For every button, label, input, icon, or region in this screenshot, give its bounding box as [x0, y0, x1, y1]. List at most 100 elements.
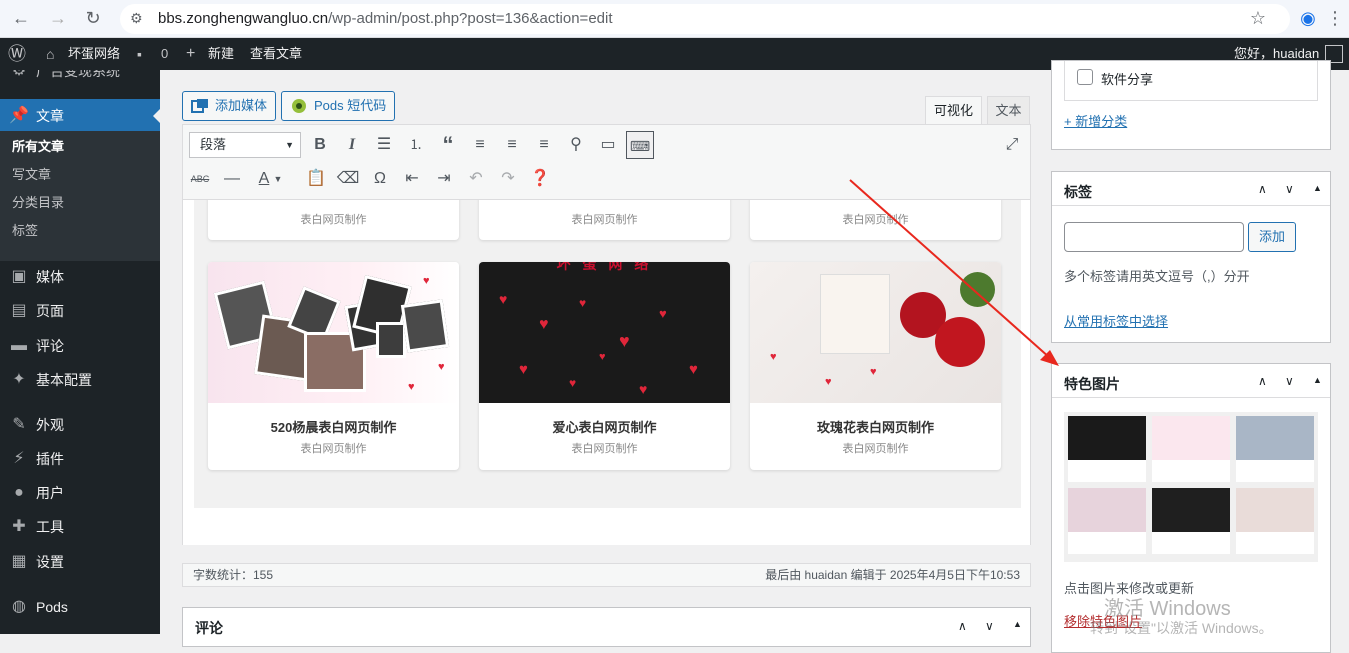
sidebar-item-label: 插件: [36, 451, 64, 467]
view-post-link[interactable]: 查看文章: [250, 38, 302, 70]
sidebar-item-label: 工具: [36, 519, 64, 535]
sidebar-item-pages[interactable]: ▤ 页面: [0, 294, 160, 328]
sidebar-item-plugins[interactable]: ⚡ 插件: [0, 442, 160, 476]
sidebar-item-label: 媒体: [36, 269, 64, 285]
paste-text-icon[interactable]: 📋: [302, 165, 330, 193]
move-up-icon[interactable]: ∧: [1258, 374, 1267, 388]
move-down-icon[interactable]: ∨: [985, 619, 994, 633]
comment-bubble-icon[interactable]: ▪: [137, 38, 142, 70]
pods-shortcode-button[interactable]: Pods 短代码: [281, 91, 396, 121]
strikethrough-icon[interactable]: ABC: [186, 165, 214, 193]
sidebar-item-posts[interactable]: 📌 文章: [0, 99, 160, 133]
collapse-icon[interactable]: ▲: [1313, 375, 1322, 385]
windows-activation-watermark: 激活 Windows: [1104, 598, 1231, 620]
menu-dots-icon[interactable]: ⋮: [1322, 5, 1348, 31]
sidebar-item-comments[interactable]: ▬ 评论: [0, 329, 160, 363]
submenu-new-post[interactable]: 写文章: [12, 161, 51, 189]
gear-icon: ⚙: [11, 70, 27, 79]
main-content: 添加媒体 Pods 短代码 可视化 文本 段落 ▼ B I ☰ ⒈ “ ≡ ≡ …: [160, 60, 1349, 653]
profile-icon[interactable]: ◉: [1295, 5, 1321, 31]
url-host: bbs.zonghengwangluo.cn: [158, 10, 329, 27]
fullscreen-icon[interactable]: ⤢: [998, 131, 1026, 159]
site-name-link[interactable]: 坏蛋网络: [68, 38, 120, 70]
media-icon: [191, 99, 208, 113]
move-down-icon[interactable]: ∨: [1285, 182, 1294, 196]
card[interactable]: ♥ ♥ ♥ 520杨晨表白网页制作 表白网页制作: [208, 262, 459, 470]
comments-count[interactable]: 0: [161, 38, 168, 70]
back-icon[interactable]: ←: [8, 5, 34, 31]
bold-icon[interactable]: B: [306, 131, 334, 159]
comment-icon: ▬: [11, 337, 27, 354]
link-icon[interactable]: ⚲: [562, 131, 590, 159]
submenu-all-posts[interactable]: 所有文章: [12, 133, 64, 161]
thumb-card: [1068, 488, 1146, 554]
comments-metabox: 评论 ∧ ∨ ▲: [182, 607, 1031, 647]
wordpress-logo-icon[interactable]: Ⓦ: [8, 38, 26, 70]
add-category-link[interactable]: + 新增分类: [1064, 111, 1127, 130]
sidebar-item-ad-system[interactable]: ⚙ 广告变现系统: [0, 70, 160, 88]
align-center-icon[interactable]: ≡: [498, 131, 526, 159]
posts-submenu: 所有文章 写文章 分类目录 标签: [0, 131, 160, 261]
align-right-icon[interactable]: ≡: [530, 131, 558, 159]
align-left-icon[interactable]: ≡: [466, 131, 494, 159]
redo-icon[interactable]: ↷: [494, 165, 522, 193]
card[interactable]: ♥ ♥ ♥ ♥ ♥ ♥ ♥ ♥ ♥ ♥ 坏 蛋 网 络 爱心表白网页制作 表白网…: [479, 262, 730, 470]
media-icon: ▣: [11, 268, 27, 285]
tags-metabox: 标签 ∧ ∨ ▲ 添加 多个标签请用英文逗号（,）分开 从常用标签中选择: [1051, 171, 1331, 343]
sidebar-item-appearance[interactable]: ✎ 外观: [0, 408, 160, 442]
help-icon[interactable]: ❓: [526, 165, 554, 193]
collapse-icon[interactable]: ▲: [1313, 183, 1322, 193]
italic-icon[interactable]: I: [338, 131, 366, 159]
move-down-icon[interactable]: ∨: [1285, 374, 1294, 388]
user-icon: ●: [14, 484, 24, 501]
site-info-icon[interactable]: ⚙: [130, 10, 143, 27]
card-partial: 表白网页制作: [479, 200, 730, 240]
heart-icon: ♥: [423, 275, 430, 287]
tag-input[interactable]: [1064, 222, 1244, 252]
card-title: 520杨晨表白网页制作: [270, 420, 397, 435]
sidebar-item-media[interactable]: ▣ 媒体: [0, 260, 160, 294]
sidebar-item-tools[interactable]: ✚ 工具: [0, 510, 160, 544]
plus-icon: +: [186, 45, 196, 62]
featured-header: 特色图片 ∧ ∨ ▲: [1052, 364, 1330, 398]
sidebar-item-users[interactable]: ● 用户: [0, 476, 160, 510]
chevron-down-icon[interactable]: ▼: [271, 165, 285, 193]
read-more-icon[interactable]: ▭: [594, 131, 622, 159]
sidebar-item-label: Pods: [36, 599, 68, 615]
submenu-tags[interactable]: 标签: [12, 217, 38, 245]
bookmark-star-icon[interactable]: ☆: [1245, 5, 1271, 31]
indent-icon[interactable]: ⇥: [430, 165, 458, 193]
reload-icon[interactable]: ↻: [80, 5, 106, 31]
add-media-label: 添加媒体: [215, 98, 268, 113]
sidebar-item-pods[interactable]: ◍ Pods: [0, 590, 160, 624]
tab-text[interactable]: 文本: [987, 96, 1030, 125]
browser-toolbar: ← → ↻ ⚙ bbs.zonghengwangluo.cn/wp-admin/…: [0, 0, 1349, 38]
numbered-list-icon[interactable]: ⒈: [402, 131, 430, 159]
toolbar-toggle-icon[interactable]: ⌨: [626, 131, 654, 159]
add-media-button[interactable]: 添加媒体: [182, 91, 277, 121]
add-tag-button[interactable]: 添加: [1248, 222, 1296, 252]
collapse-icon[interactable]: ▲: [1013, 619, 1022, 629]
outdent-icon[interactable]: ⇤: [398, 165, 426, 193]
format-select[interactable]: 段落 ▼: [189, 132, 301, 158]
move-up-icon[interactable]: ∧: [1258, 182, 1267, 196]
clear-format-icon[interactable]: ⌫: [334, 165, 362, 193]
new-content-link[interactable]: 新建: [208, 38, 234, 70]
move-up-icon[interactable]: ∧: [958, 619, 967, 633]
forward-icon[interactable]: →: [45, 5, 71, 31]
submenu-categories[interactable]: 分类目录: [12, 189, 64, 217]
wrench-icon: ✚: [12, 518, 26, 535]
card-title: 爱心表白网页制作: [552, 420, 657, 435]
tab-visual[interactable]: 可视化: [925, 96, 982, 125]
bullet-list-icon[interactable]: ☰: [370, 131, 398, 159]
choose-tags-link[interactable]: 从常用标签中选择: [1064, 311, 1168, 330]
horizontal-line-icon[interactable]: —: [218, 165, 246, 193]
blockquote-icon[interactable]: “: [434, 131, 462, 159]
special-char-icon[interactable]: Ω: [366, 165, 394, 193]
sidebar-item-basic-config[interactable]: ✦ 基本配置: [0, 363, 160, 397]
undo-icon[interactable]: ↶: [462, 165, 490, 193]
featured-image-thumbnail[interactable]: [1064, 412, 1318, 562]
sidebar-item-settings[interactable]: ▦ 设置: [0, 545, 160, 579]
category-checkbox[interactable]: [1077, 69, 1093, 85]
address-bar[interactable]: ⚙ bbs.zonghengwangluo.cn/wp-admin/post.p…: [120, 4, 1290, 34]
